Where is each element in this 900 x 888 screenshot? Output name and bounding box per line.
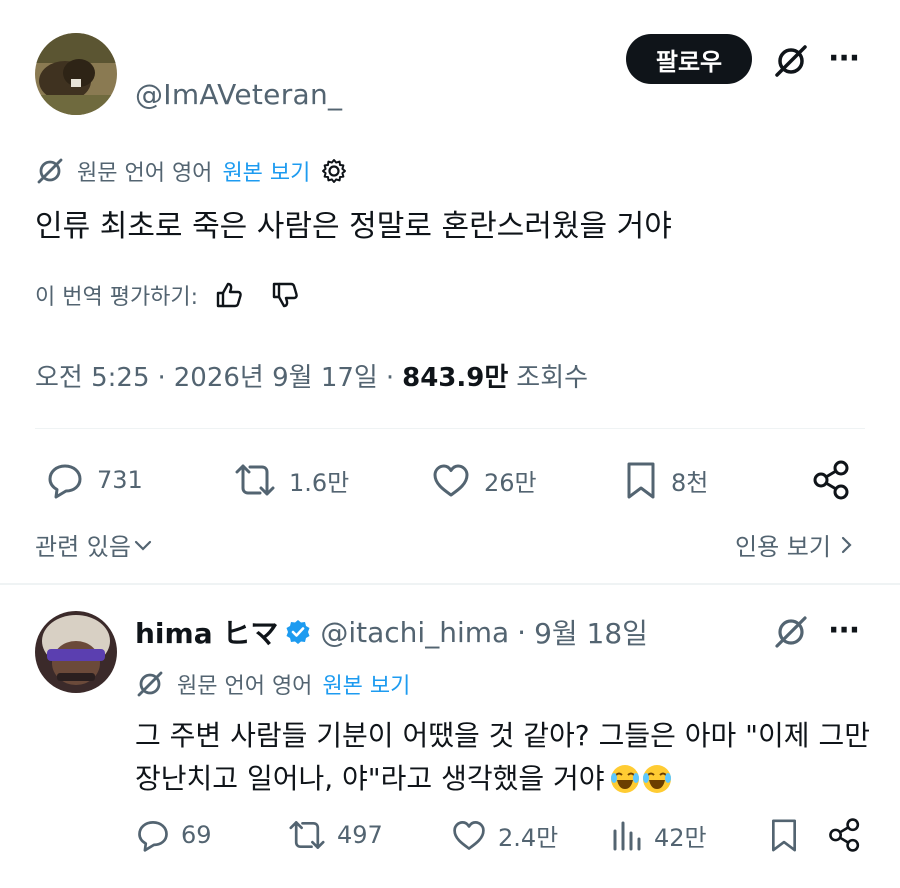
reply-actions: 69 497 2.4만 42만 [135, 812, 865, 858]
like-icon [430, 460, 472, 500]
tweet-date[interactable]: 2026년 9월 17일 [174, 357, 378, 394]
related-label: 관련 있음 [35, 533, 131, 561]
reply-text-line2: 장난치고 일어나, 야"라고 생각했을 거야 [135, 762, 605, 795]
retweet-button[interactable]: 1.6만 [233, 455, 349, 505]
bookmark-icon [623, 460, 659, 500]
rate-label: 이 번역 평가하기: [35, 285, 199, 310]
thumbs-down-icon[interactable] [270, 280, 300, 310]
tweet-meta: 오전 5:25 · 2026년 9월 17일 · 843.9만 조회수 [35, 357, 588, 394]
translation-bar: 원문 언어 영어 원본 보기 [135, 668, 410, 700]
retweet-icon [287, 817, 327, 853]
author-handle[interactable]: @ImAVeteran_ [135, 78, 342, 111]
reply-text-line: 장난치고 일어나, 야"라고 생각했을 거야 [135, 757, 875, 800]
like-button[interactable]: 2.4만 [450, 812, 558, 858]
meta-separator: · [517, 615, 527, 649]
reply-count: 69 [181, 821, 212, 849]
reply-button[interactable]: 731 [45, 455, 143, 505]
grok-icon[interactable] [772, 42, 810, 80]
meta-separator: · [385, 363, 395, 393]
tweet-actions: 731 1.6만 26만 8천 [35, 455, 865, 505]
translation-source-label: 원문 언어 영어 [177, 674, 313, 699]
bookmark-button[interactable] [768, 812, 800, 858]
divider [35, 428, 865, 429]
reply-count: 731 [97, 466, 143, 494]
tweet-text: 인류 최초로 죽은 사람은 정말로 혼란스러웠을 거야 [35, 209, 672, 244]
like-count: 26만 [484, 468, 537, 497]
reply-author-name[interactable]: hima ヒマ [135, 612, 278, 652]
translation-bar: 원문 언어 영어 원본 보기 [35, 155, 348, 187]
reply-date[interactable]: 9월 18일 [534, 612, 648, 652]
views-icon [610, 817, 644, 853]
rate-translation: 이 번역 평가하기: [35, 279, 300, 311]
verified-badge-icon [284, 618, 312, 646]
view-original-link[interactable]: 원본 보기 [222, 155, 310, 187]
like-icon [450, 817, 488, 853]
retweet-button[interactable]: 497 [287, 812, 383, 858]
retweet-count: 497 [337, 821, 383, 849]
reply-author-avatar[interactable] [35, 611, 117, 693]
views-count: 42만 [654, 823, 707, 852]
bookmark-icon [768, 817, 800, 853]
thumbs-up-icon[interactable] [214, 280, 244, 310]
grok-icon[interactable] [772, 613, 810, 651]
chevron-right-icon [839, 534, 855, 556]
views-count: 843.9만 [402, 363, 509, 393]
quotes-label: 인용 보기 [735, 533, 831, 561]
views-label: 조회수 [516, 363, 589, 393]
chevron-down-icon [133, 535, 153, 555]
more-icon[interactable]: ··· [828, 44, 860, 74]
view-original-link[interactable]: 원본 보기 [322, 668, 410, 700]
share-button[interactable] [827, 812, 863, 858]
translate-icon [35, 156, 65, 186]
retweet-count: 1.6만 [289, 468, 350, 497]
reply-icon [45, 460, 85, 500]
share-icon [811, 459, 853, 501]
bookmark-button[interactable]: 8천 [623, 455, 708, 505]
more-icon[interactable]: ··· [828, 616, 860, 646]
divider [0, 583, 900, 585]
reply-author-handle[interactable]: @itachi_hima [320, 616, 509, 649]
view-quotes-link[interactable]: 인용 보기 [735, 527, 855, 562]
share-button[interactable] [811, 455, 853, 505]
share-icon [827, 816, 863, 854]
author-avatar[interactable] [35, 33, 117, 115]
reply-icon [135, 817, 171, 853]
tweet-time[interactable]: 오전 5:25 [35, 357, 150, 394]
translate-icon [135, 669, 165, 699]
gear-icon[interactable] [320, 157, 348, 185]
laughing-emoji [609, 763, 673, 795]
like-button[interactable]: 26만 [430, 455, 537, 505]
reply-header: hima ヒマ @itachi_hima · 9월 18일 [135, 612, 648, 652]
meta-separator: · [157, 363, 166, 393]
translation-source-label: 원문 언어 영어 [77, 161, 213, 186]
related-dropdown[interactable]: 관련 있음 [35, 527, 153, 562]
reply-text-line: 그 주변 사람들 기분이 어땠을 것 같아? 그들은 아마 "이제 그만 [135, 719, 870, 752]
views-button[interactable]: 42만 [610, 812, 707, 858]
reply-button[interactable]: 69 [135, 812, 212, 858]
retweet-icon [233, 460, 277, 500]
like-count: 2.4만 [498, 823, 559, 852]
follow-button[interactable]: 팔로우 [626, 34, 752, 84]
reply-text: 그 주변 사람들 기분이 어땠을 것 같아? 그들은 아마 "이제 그만 장난치… [135, 714, 875, 800]
bookmark-count: 8천 [671, 468, 709, 497]
